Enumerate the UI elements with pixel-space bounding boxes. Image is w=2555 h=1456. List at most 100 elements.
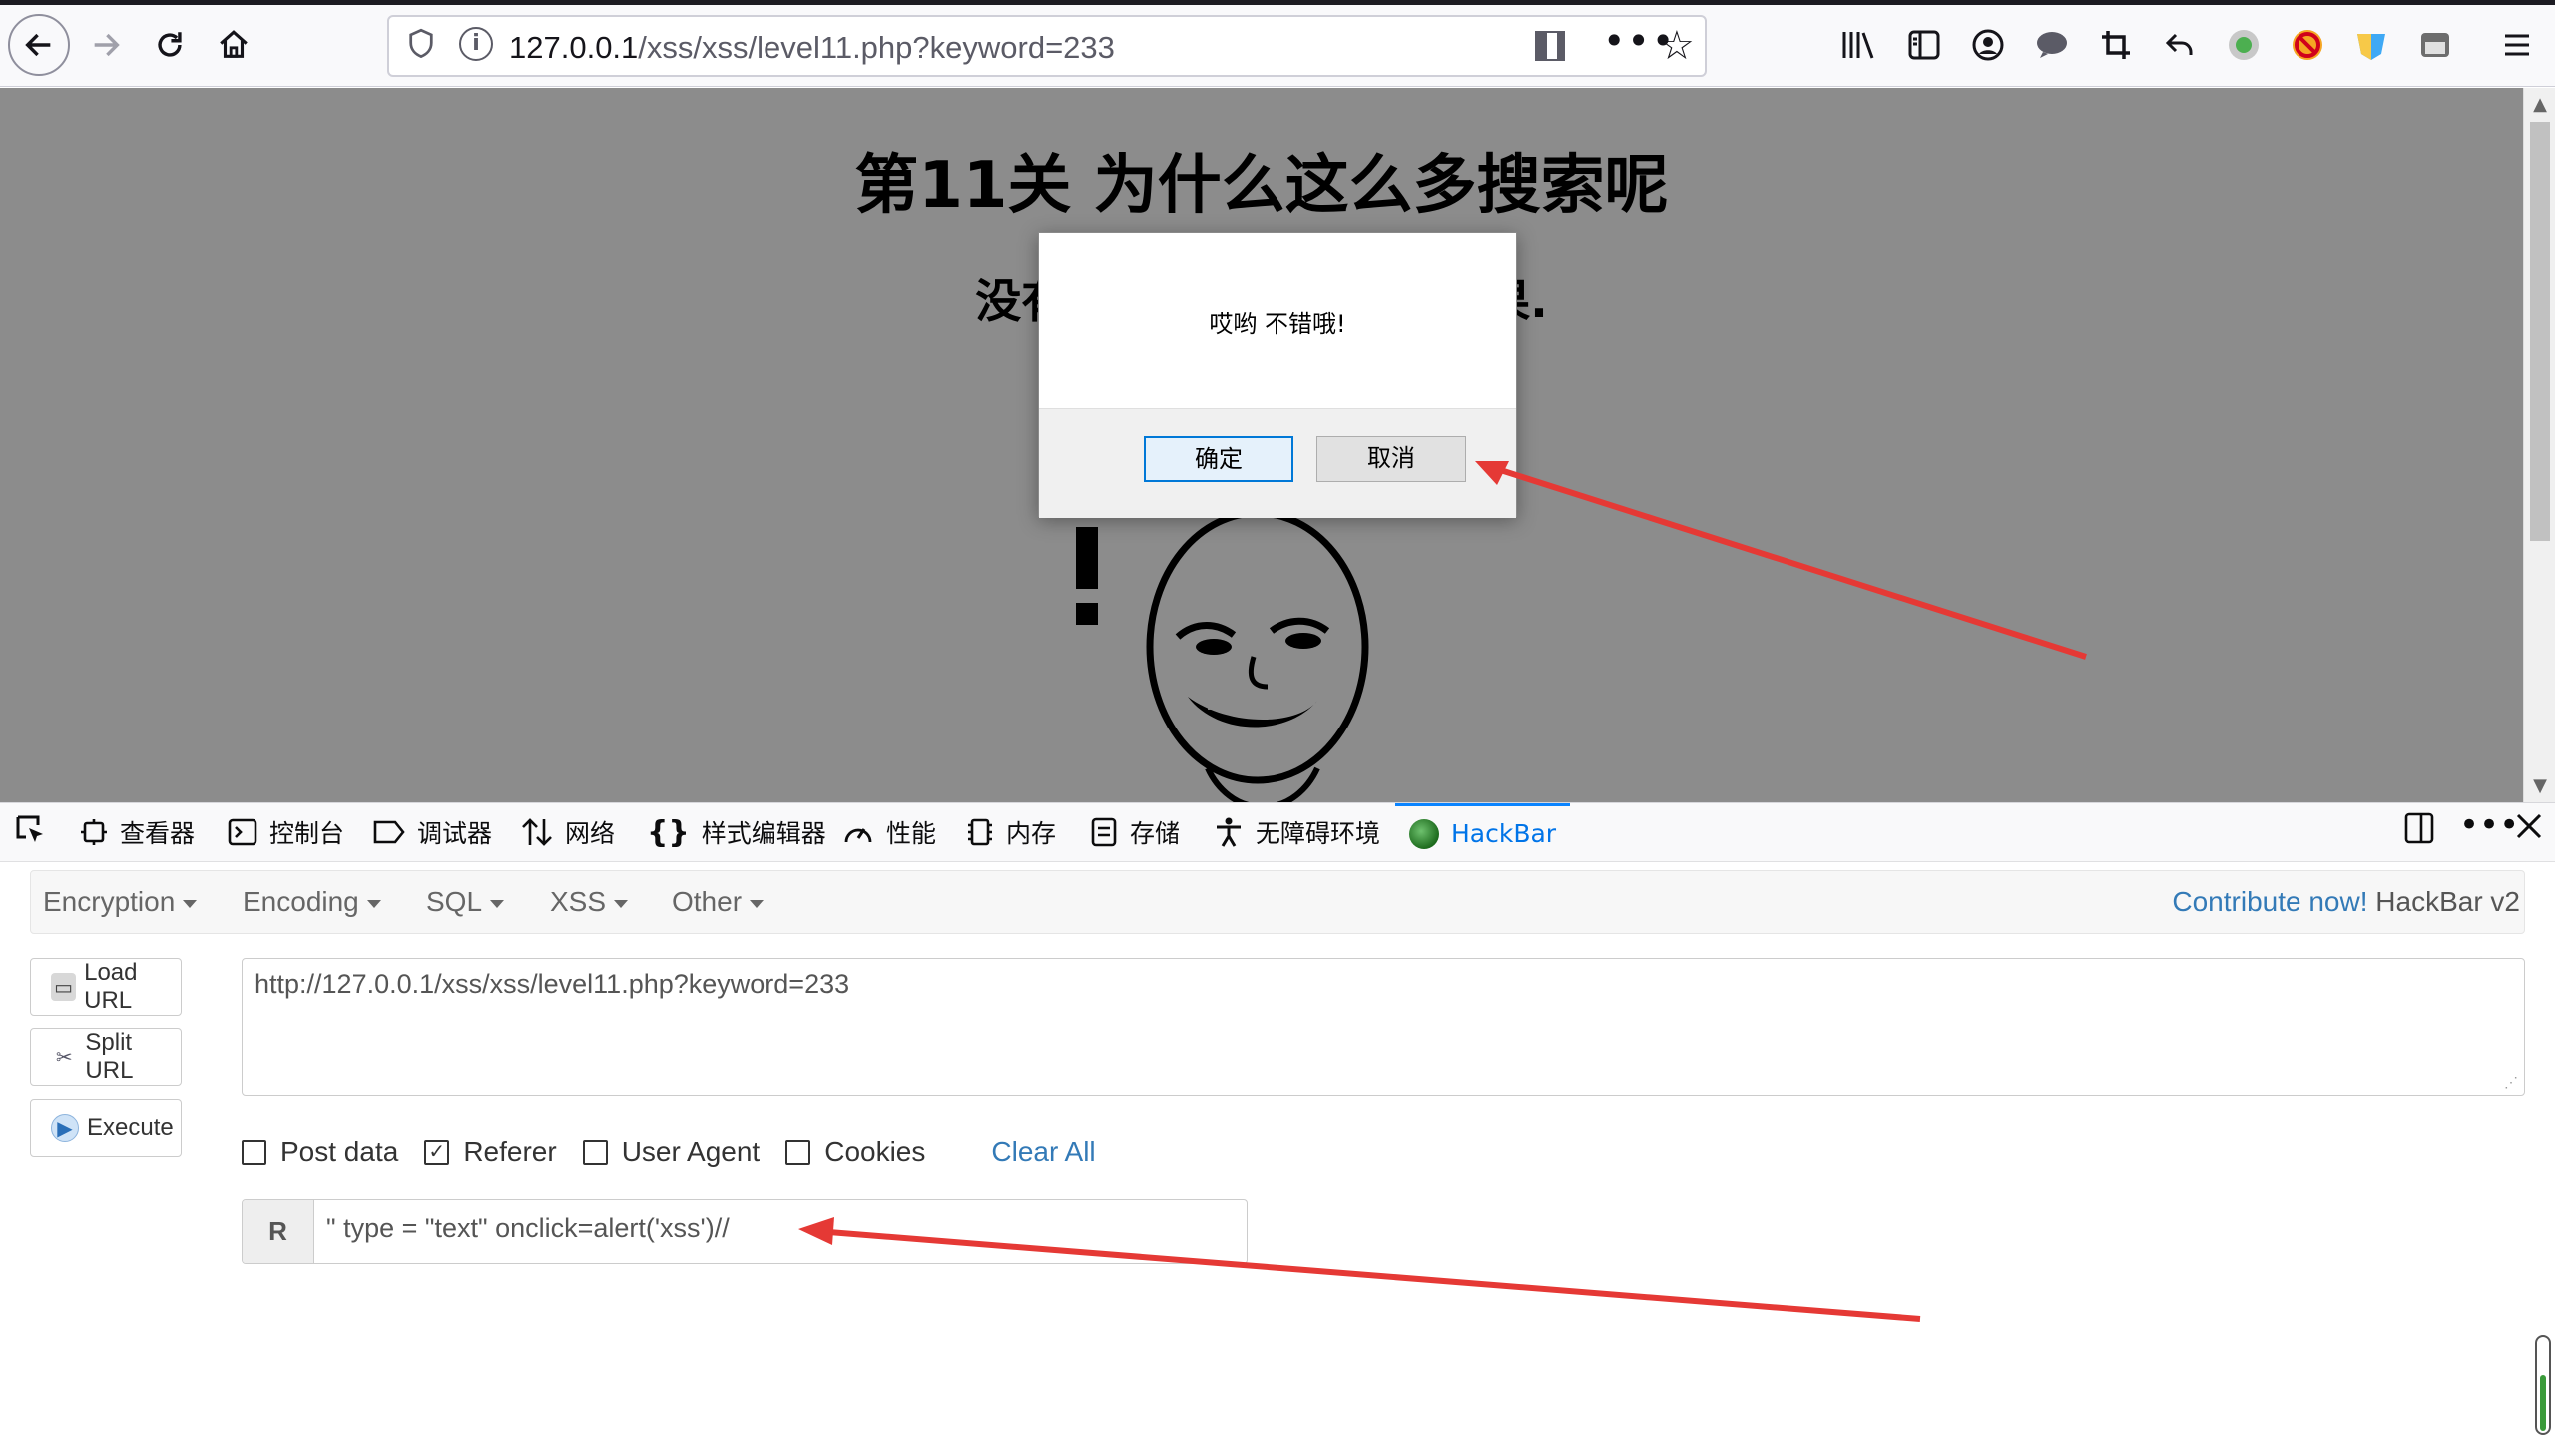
hackbar-menu: Encryption Encoding SQL XSS Other Contri… — [30, 870, 2525, 934]
browser-toolbar: i 127.0.0.1/xss/xss/level11.php?keyword=… — [0, 5, 2555, 87]
checkbox-unchecked[interactable] — [785, 1139, 811, 1165]
options-row: Post data ✓ Referer User Agent Cookies Cl… — [242, 1132, 1096, 1172]
tab-inspector-label: 查看器 — [120, 819, 196, 848]
tab-storage-label: 存储 — [1130, 819, 1181, 848]
tracking-protection-shield-icon[interactable] — [407, 28, 435, 68]
address-bar[interactable]: i 127.0.0.1/xss/xss/level11.php?keyword=… — [387, 15, 1707, 77]
load-icon: ▭ — [51, 973, 77, 1001]
user-agent-checkbox[interactable]: User Agent — [582, 1136, 760, 1168]
account-icon[interactable] — [1966, 23, 2010, 67]
menu-other[interactable]: Other — [672, 886, 765, 918]
memory-icon — [968, 818, 992, 846]
tab-style-editor-label: 样式编辑器 — [701, 819, 826, 848]
checkbox-unchecked[interactable] — [242, 1139, 266, 1165]
translate-extension-icon[interactable] — [2349, 23, 2393, 67]
menu-xss[interactable]: XSS — [550, 886, 629, 918]
post-data-checkbox[interactable]: Post data — [242, 1136, 398, 1168]
site-info-icon[interactable]: i — [459, 27, 493, 61]
network-icon — [522, 818, 552, 846]
hackbar-version: HackBar v2 — [2375, 886, 2520, 917]
tab-performance[interactable]: 性能 — [842, 803, 936, 861]
devtools-tabbar: 查看器 控制台 调试器 网络 {} 样式编辑器 性能 内存 存储 无障碍环境 H… — [0, 802, 2555, 862]
hackbar-icon — [1409, 818, 1439, 849]
library-icon[interactable] — [1836, 23, 1880, 67]
tab-network[interactable]: 网络 — [521, 803, 615, 861]
chat-extension-icon[interactable] — [2030, 23, 2074, 67]
cookies-checkbox[interactable]: Cookies — [785, 1136, 925, 1168]
clear-all-link[interactable]: Clear All — [991, 1136, 1095, 1168]
storage-icon — [1091, 817, 1117, 847]
sidebar-icon[interactable] — [1902, 23, 1946, 67]
accessibility-icon — [1217, 817, 1241, 847]
devtools-options-icon[interactable]: ••• — [2459, 805, 2519, 845]
play-icon: ▶ — [51, 1114, 79, 1142]
element-picker-icon[interactable] — [14, 813, 48, 856]
alert-message: 哎哟 不错哦! — [1209, 310, 1346, 338]
home-button[interactable] — [204, 15, 263, 75]
url-text[interactable]: 127.0.0.1/xss/xss/level11.php?keyword=23… — [509, 30, 1115, 66]
tab-performance-label: 性能 — [886, 819, 937, 848]
back-button[interactable] — [8, 14, 70, 76]
tab-style-editor[interactable]: {} 样式编辑器 — [647, 803, 826, 861]
split-url-button[interactable]: ✂ Split URL — [30, 1028, 182, 1086]
tab-debugger[interactable]: 调试器 — [373, 803, 492, 861]
page-scrollbar[interactable]: ▲ ▼ — [2523, 88, 2555, 802]
menu-sql[interactable]: SQL — [426, 886, 505, 918]
close-devtools-icon[interactable] — [2515, 809, 2543, 849]
checkbox-unchecked[interactable] — [582, 1139, 608, 1165]
checkbox-checked-icon[interactable]: ✓ — [424, 1139, 450, 1165]
forward-button[interactable] — [76, 15, 136, 75]
load-url-button[interactable]: ▭ Load URL — [30, 958, 182, 1016]
scissors-icon: ✂ — [55, 1046, 73, 1069]
status-extension-icon[interactable] — [2222, 23, 2266, 67]
undo-icon[interactable] — [2158, 23, 2202, 67]
tab-console-label: 控制台 — [269, 819, 345, 848]
container-extension-icon[interactable] — [2413, 23, 2457, 67]
referer-field[interactable]: R " type = "text" onclick=alert('xss')// — [242, 1199, 1248, 1264]
tab-hackbar[interactable]: HackBar — [1395, 803, 1571, 861]
reload-icon — [158, 32, 182, 57]
alert-ok-button[interactable]: 确定 — [1144, 436, 1293, 482]
forward-arrow-icon — [94, 33, 120, 57]
scrollbar-thumb[interactable] — [2530, 122, 2550, 541]
tab-accessibility[interactable]: 无障碍环境 — [1214, 803, 1380, 861]
tab-storage[interactable]: 存储 — [1090, 803, 1180, 861]
tab-hackbar-label: HackBar — [1451, 819, 1557, 848]
panel-scrollbar[interactable] — [2535, 1335, 2551, 1435]
performance-icon — [844, 828, 872, 843]
scroll-up-arrow-icon[interactable]: ▲ — [2524, 94, 2555, 115]
alert-footer: 确定 取消 — [1039, 408, 1516, 518]
referer-checkbox[interactable]: ✓ Referer — [424, 1136, 557, 1168]
tab-memory[interactable]: 内存 — [966, 803, 1056, 861]
tab-network-label: 网络 — [565, 819, 616, 848]
home-icon — [220, 30, 248, 58]
back-arrow-icon — [25, 33, 51, 57]
menu-encryption[interactable]: Encryption — [43, 886, 198, 918]
alert-dialog: 哎哟 不错哦! 确定 取消 — [1038, 232, 1517, 518]
tab-debugger-label: 调试器 — [417, 819, 493, 848]
bookmark-star-icon[interactable]: ☆ — [1659, 23, 1695, 69]
debugger-icon — [373, 820, 405, 844]
tab-inspector[interactable]: 查看器 — [80, 803, 195, 861]
tab-memory-label: 内存 — [1006, 819, 1057, 848]
blocker-extension-icon[interactable] — [2286, 23, 2329, 67]
alert-cancel-button[interactable]: 取消 — [1316, 436, 1466, 482]
execute-button[interactable]: ▶ Execute — [30, 1099, 182, 1157]
referer-input[interactable]: " type = "text" onclick=alert('xss')// — [314, 1200, 1247, 1263]
qr-code-icon[interactable] — [1535, 31, 1565, 61]
url-textarea[interactable]: http://127.0.0.1/xss/xss/level11.php?key… — [242, 958, 2525, 1096]
tab-console[interactable]: 控制台 — [228, 803, 344, 861]
crop-screenshot-icon[interactable] — [2094, 23, 2138, 67]
resize-grip-icon[interactable]: ⋰ — [2504, 1074, 2518, 1091]
hamburger-menu-icon[interactable] — [2495, 23, 2539, 67]
style-editor-icon: {} — [647, 814, 690, 850]
tab-accessibility-label: 无障碍环境 — [1256, 819, 1381, 848]
scroll-down-arrow-icon[interactable]: ▼ — [2524, 775, 2555, 796]
referer-label: R — [243, 1200, 314, 1263]
dock-side-icon[interactable] — [2403, 811, 2435, 854]
console-icon — [228, 818, 257, 846]
reload-button[interactable] — [140, 15, 200, 75]
contribute-link[interactable]: Contribute now! HackBar v2 — [2172, 886, 2520, 918]
menu-encoding[interactable]: Encoding — [243, 886, 381, 918]
inspector-icon — [81, 819, 107, 845]
